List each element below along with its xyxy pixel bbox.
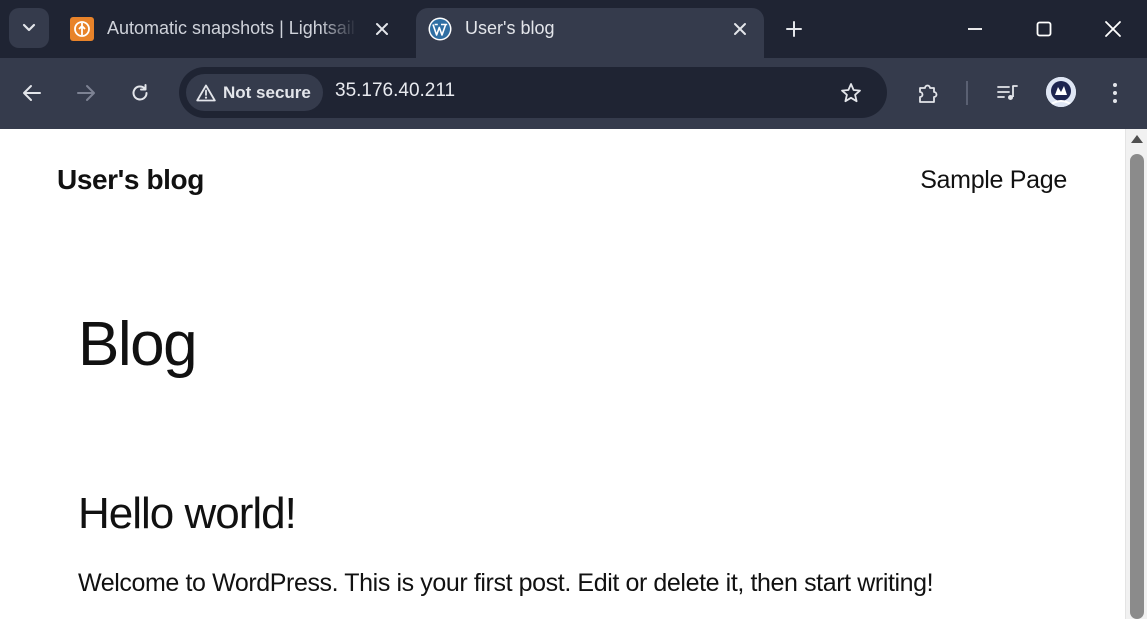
minimize-button[interactable] — [952, 10, 998, 48]
tab-users-blog[interactable]: User's blog — [416, 8, 764, 58]
lightsail-icon — [70, 17, 94, 41]
tab-lightsail[interactable]: Automatic snapshots | Lightsail — [58, 8, 408, 58]
tab-search-button[interactable] — [9, 8, 49, 48]
tab-close-button[interactable] — [370, 17, 394, 41]
puzzle-icon — [919, 84, 938, 103]
profile-picture-icon — [1046, 77, 1076, 107]
post-excerpt: Welcome to WordPress. This is your first… — [78, 569, 934, 597]
new-tab-button[interactable] — [780, 15, 808, 43]
close-window-button[interactable] — [1090, 10, 1136, 48]
queue-music-icon — [997, 85, 1018, 100]
reload-icon — [132, 84, 148, 101]
site-security-chip[interactable]: Not secure — [186, 74, 323, 111]
reload-button[interactable] — [122, 75, 158, 111]
tab-title: Automatic snapshots | Lightsail — [107, 18, 355, 38]
media-controls-button[interactable] — [989, 75, 1025, 111]
nav-link-sample-page[interactable]: Sample Page — [920, 166, 1067, 195]
page-title: Blog — [78, 310, 198, 379]
url-text[interactable]: 35.176.40.211 — [335, 80, 455, 102]
forward-button[interactable] — [68, 75, 104, 111]
more-vertical-icon — [1113, 83, 1117, 103]
plus-icon — [786, 21, 802, 37]
browser-toolbar: Not secure 35.176.40.211 — [0, 58, 1147, 129]
arrow-left-icon — [23, 85, 41, 101]
extensions-button[interactable] — [910, 75, 946, 111]
close-icon — [376, 23, 388, 35]
browser-menu-button[interactable] — [1097, 75, 1133, 111]
vertical-scrollbar[interactable] — [1125, 129, 1147, 619]
arrow-right-icon — [77, 85, 95, 101]
tab-close-button[interactable] — [728, 17, 752, 41]
bookmark-button[interactable] — [837, 79, 865, 107]
maximize-icon — [1036, 21, 1052, 37]
page-viewport: User's blog Sample Page Blog Hello world… — [0, 129, 1125, 619]
security-label: Not secure — [223, 82, 311, 102]
profile-avatar[interactable] — [1046, 77, 1076, 107]
close-icon — [1105, 21, 1121, 37]
post-title-link[interactable]: Hello world! — [78, 489, 297, 539]
scroll-thumb[interactable] — [1130, 154, 1144, 619]
close-icon — [734, 23, 746, 35]
wordpress-icon — [428, 17, 452, 41]
chevron-down-icon — [22, 23, 36, 32]
minimize-icon — [968, 28, 982, 30]
scroll-up-arrow[interactable] — [1131, 135, 1143, 143]
back-button[interactable] — [14, 75, 50, 111]
site-title[interactable]: User's blog — [57, 164, 204, 196]
warning-icon — [196, 84, 216, 101]
address-bar[interactable]: Not secure 35.176.40.211 — [179, 67, 887, 118]
tab-title: User's blog — [465, 18, 555, 38]
maximize-button[interactable] — [1021, 10, 1067, 48]
toolbar-separator — [966, 81, 968, 105]
tab-strip: Automatic snapshots | Lightsail User's b… — [0, 0, 1147, 58]
star-icon — [841, 83, 861, 103]
